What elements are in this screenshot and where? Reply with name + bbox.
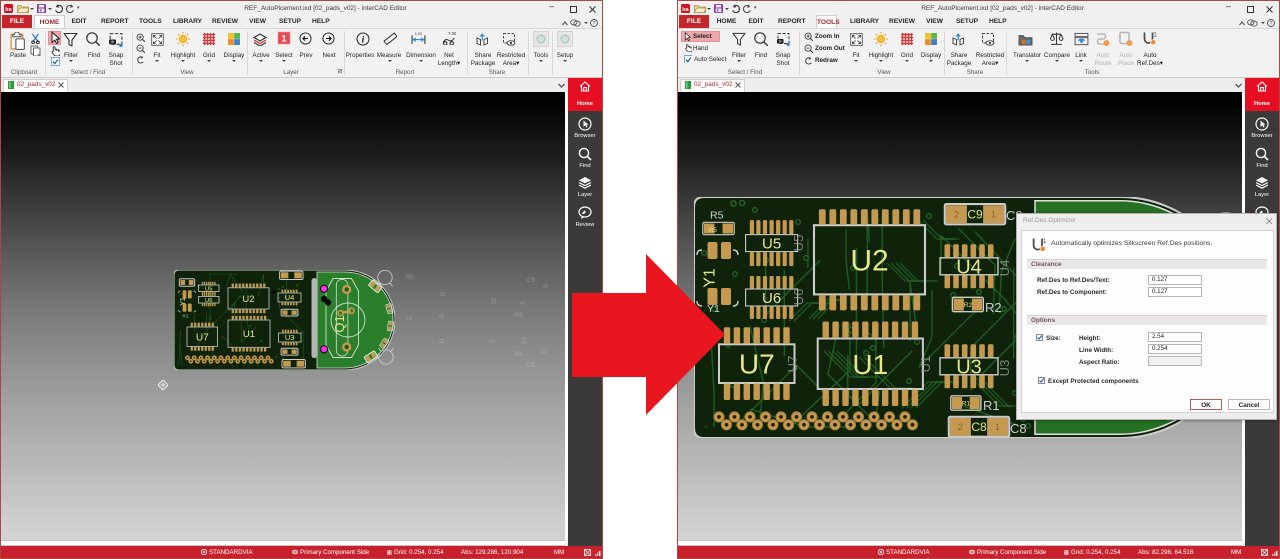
svg-text:?: ? <box>1269 21 1272 27</box>
svg-text:U7: U7 <box>739 349 775 380</box>
svg-text:1: 1 <box>1043 238 1046 245</box>
svg-text:?: ? <box>592 21 595 27</box>
svg-text:U6: U6 <box>205 298 212 304</box>
svg-text:U2: U2 <box>850 245 888 278</box>
svg-text:U7: U7 <box>196 332 209 343</box>
svg-text:U1: U1 <box>852 349 888 380</box>
svg-text:1: 1 <box>281 34 286 44</box>
svg-text:Y1: Y1 <box>180 297 187 306</box>
svg-text:C9: C9 <box>967 208 983 222</box>
svg-text:R1: R1 <box>962 400 971 407</box>
svg-text:R5: R5 <box>710 210 724 222</box>
svg-text:U3: U3 <box>956 357 982 379</box>
svg-text:R2: R2 <box>985 300 1002 315</box>
svg-text:U4: U4 <box>285 293 295 302</box>
svg-text:U6: U6 <box>791 289 806 306</box>
svg-text:U2: U2 <box>242 294 254 305</box>
svg-text:1: 1 <box>1153 32 1157 39</box>
svg-text:ba: ba <box>5 7 12 13</box>
svg-text:C8: C8 <box>971 420 987 434</box>
svg-text:Q1: Q1 <box>332 315 347 332</box>
svg-text:U5: U5 <box>762 236 781 253</box>
svg-text:1.02: 1.02 <box>415 32 422 36</box>
svg-text:U5: U5 <box>205 286 212 292</box>
svg-text:U4: U4 <box>997 260 1012 277</box>
svg-text:1: 1 <box>991 209 996 219</box>
svg-text:U7: U7 <box>785 356 800 373</box>
svg-text:U3: U3 <box>997 360 1012 377</box>
svg-text:2: 2 <box>958 422 963 432</box>
svg-text:U1: U1 <box>243 329 255 340</box>
svg-text:U6: U6 <box>762 290 781 307</box>
svg-text:i: i <box>362 35 365 45</box>
svg-text:2: 2 <box>954 209 959 219</box>
svg-text:1: 1 <box>995 422 1000 432</box>
svg-text:Y1: Y1 <box>183 314 189 320</box>
svg-text:R1: R1 <box>983 398 1000 413</box>
svg-text:U4: U4 <box>956 257 982 279</box>
svg-text:C8: C8 <box>1010 421 1027 436</box>
svg-text:ba: ba <box>682 7 689 13</box>
svg-text:U3: U3 <box>285 333 295 342</box>
svg-text:R2: R2 <box>964 302 973 309</box>
svg-text:U1: U1 <box>918 356 933 373</box>
svg-text:R5: R5 <box>709 228 717 234</box>
svg-text:7.30: 7.30 <box>448 31 456 36</box>
svg-text:U5: U5 <box>791 235 806 252</box>
